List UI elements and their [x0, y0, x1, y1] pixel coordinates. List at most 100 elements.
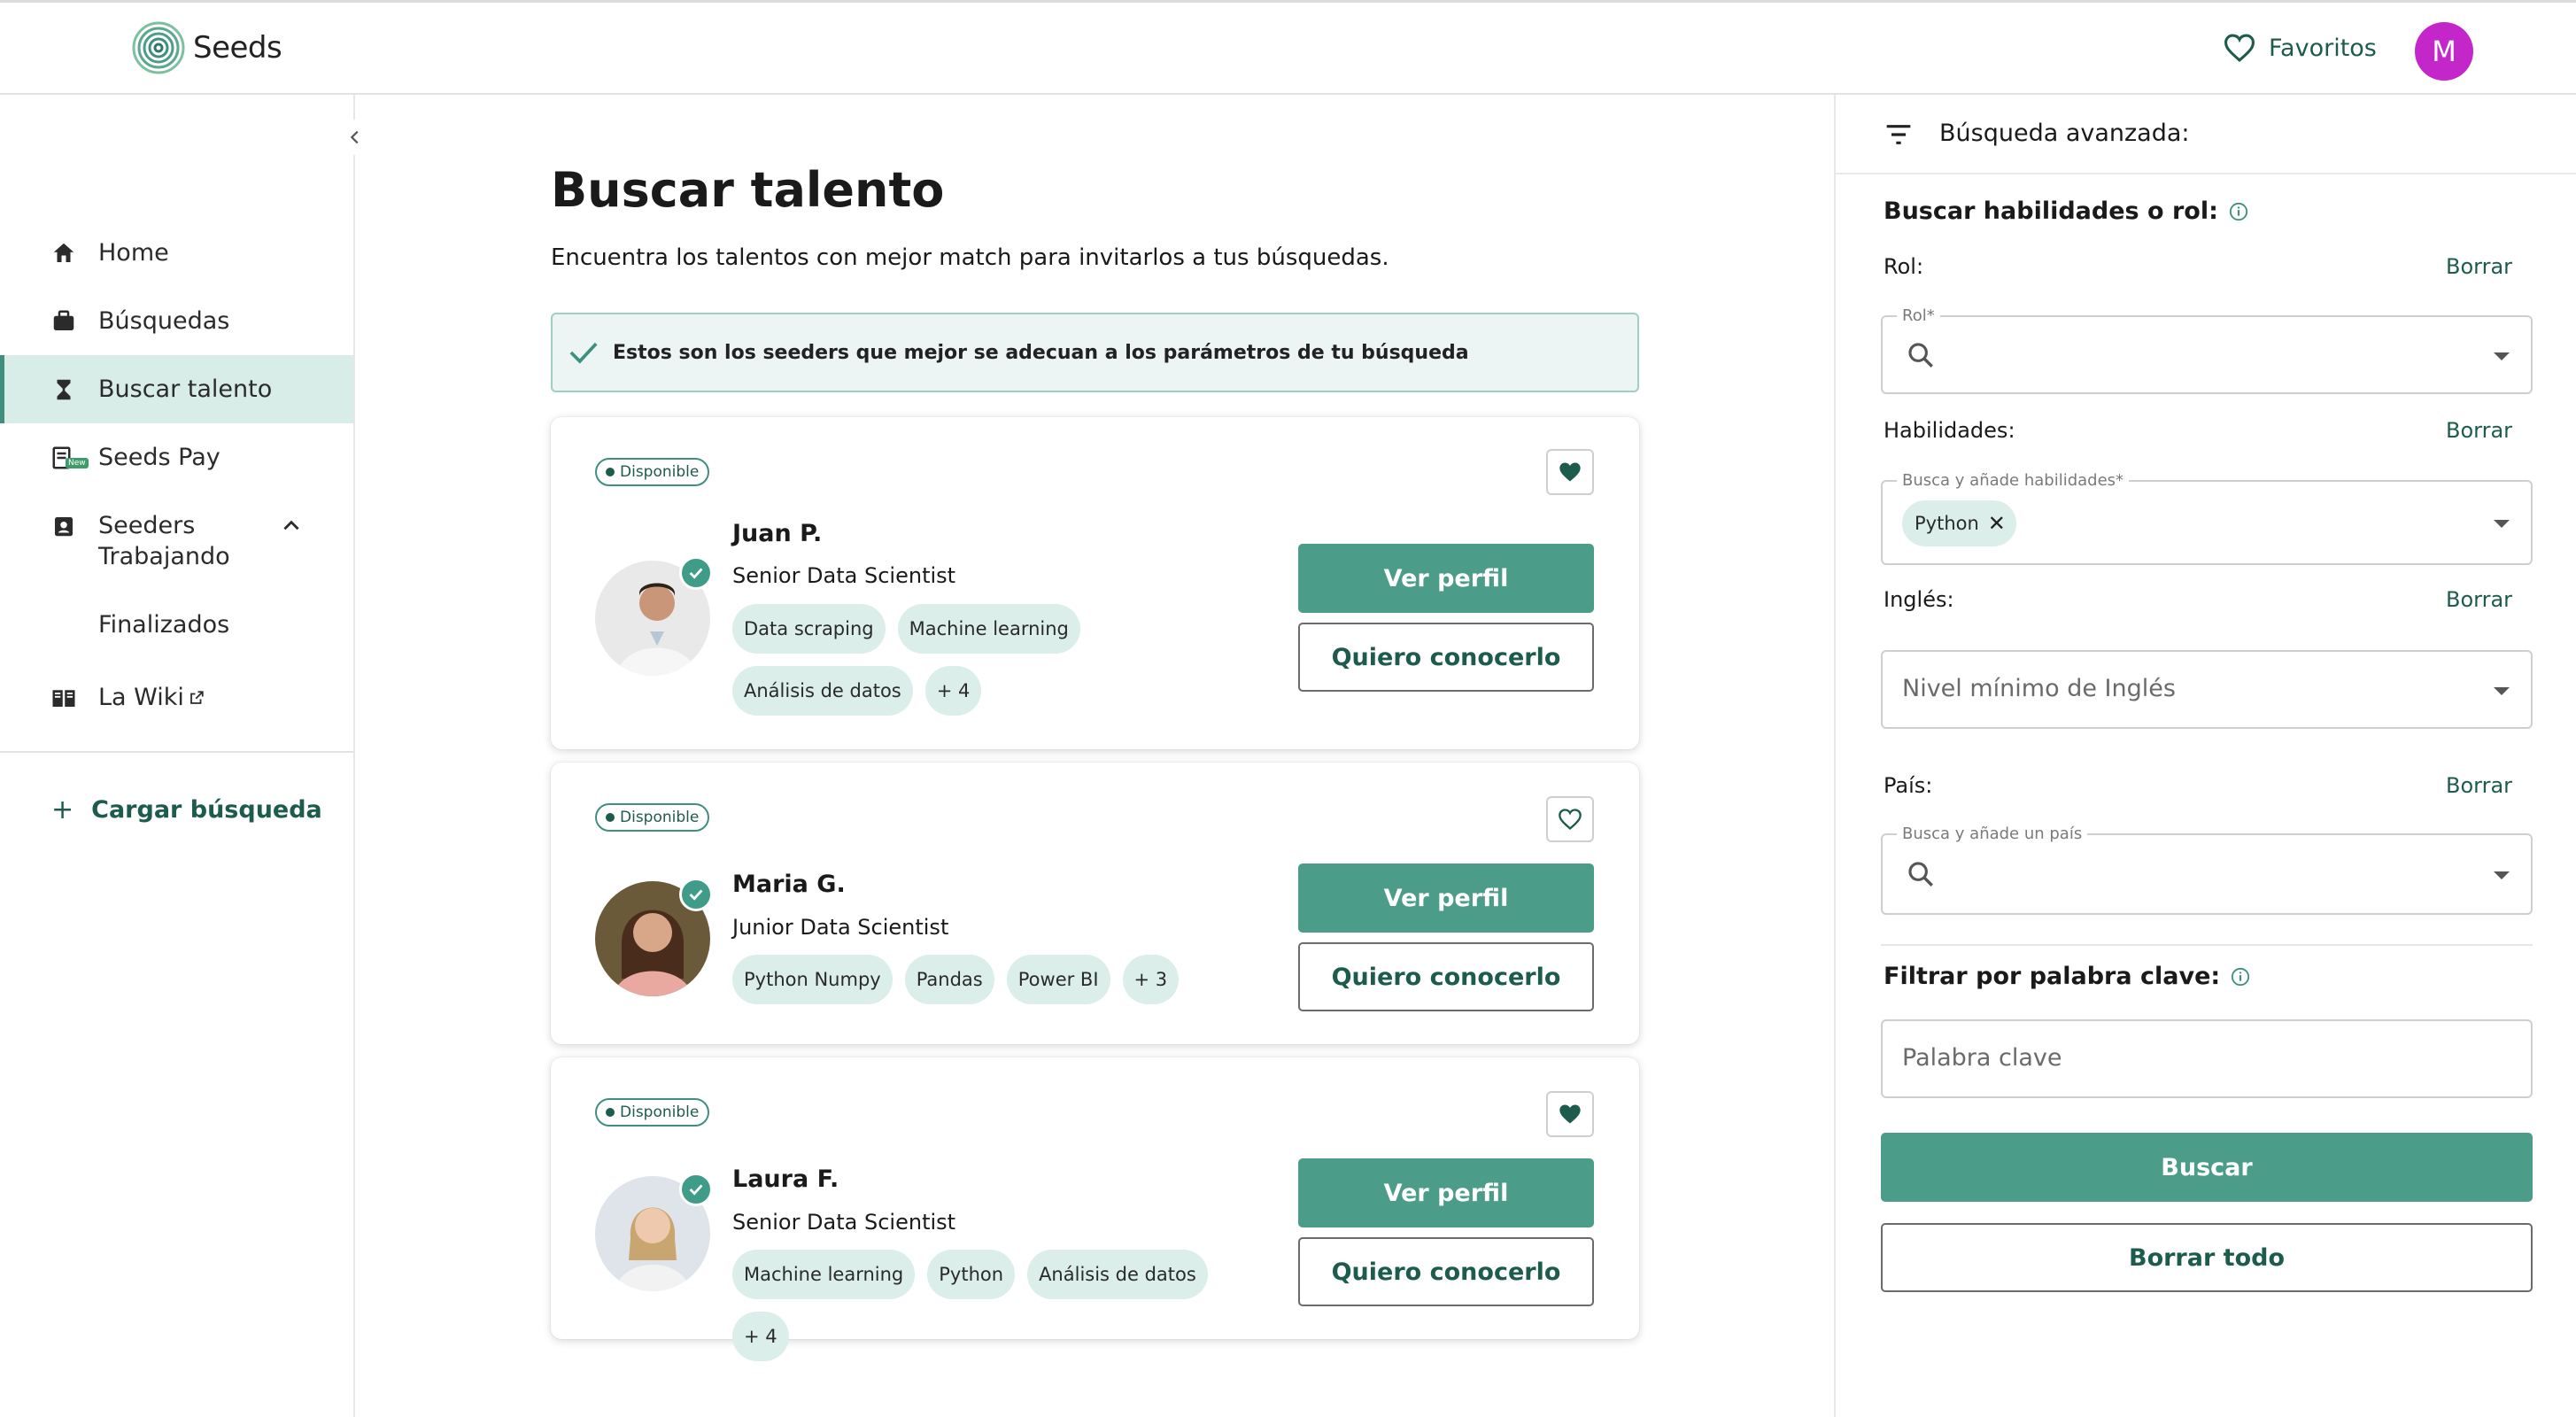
- sidebar-subitem-trabajando[interactable]: Trabajando: [98, 543, 230, 570]
- skill-chip: Machine learning: [897, 604, 1080, 654]
- status-badge: Disponible: [595, 1098, 710, 1127]
- skill-chip: Python Numpy: [732, 955, 893, 1004]
- status-dot: [606, 468, 615, 476]
- top-header: Seeds Favoritos M: [0, 0, 2576, 95]
- sidebar-item-seeds-pay[interactable]: New Seeds Pay: [0, 423, 353, 492]
- talent-card: Disponible Laura F. Senior Data Scientis…: [551, 1057, 1639, 1361]
- skill-tag-label: Python: [1915, 513, 1979, 534]
- favorite-button[interactable]: [1546, 1091, 1594, 1137]
- search-button[interactable]: Buscar: [1881, 1133, 2533, 1202]
- talent-name: Juan P.: [732, 520, 823, 547]
- talent-card: Disponible Juan P. Senior Data Scientist…: [551, 417, 1639, 749]
- skills-list: Machine learning Python Análisis de dato…: [732, 1250, 1264, 1361]
- close-icon[interactable]: ✕: [1988, 511, 2006, 536]
- country-field-legend: Busca y añade un país: [1897, 825, 2088, 843]
- sidebar-subitem-finalizados[interactable]: Finalizados: [98, 611, 229, 639]
- caret-down-icon[interactable]: [2494, 352, 2510, 360]
- section-label: Buscar habilidades o rol:: [1884, 197, 2218, 225]
- collapse-sidebar-button[interactable]: [337, 120, 373, 155]
- skills-list: Python Numpy Pandas Power BI + 3: [732, 955, 1264, 1004]
- heart-outline-icon: [2224, 34, 2255, 62]
- sidebar: Home Búsquedas Buscar talento New Seeds …: [0, 95, 373, 1417]
- favorite-button[interactable]: [1546, 796, 1594, 842]
- load-search-button[interactable]: + Cargar búsqueda: [51, 794, 322, 825]
- skills-field-legend: Busca y añade habilidades*: [1897, 471, 2130, 490]
- talent-icon: [50, 376, 78, 404]
- english-level-select[interactable]: Nivel mínimo de Inglés: [1881, 650, 2533, 729]
- want-to-meet-button[interactable]: Quiero conocerlo: [1298, 1237, 1594, 1306]
- filter-icon: [1886, 125, 1911, 144]
- talent-card: Disponible Maria G. Junior Data Scientis…: [551, 763, 1639, 1044]
- view-profile-button[interactable]: Ver perfil: [1298, 1158, 1594, 1227]
- caret-down-icon[interactable]: [2494, 687, 2510, 695]
- advanced-search-header: Búsqueda avanzada:: [1836, 95, 2576, 174]
- more-skills-chip[interactable]: + 4: [732, 1312, 789, 1361]
- search-icon: [1908, 343, 1933, 368]
- fingerprint-logo-icon: [132, 21, 185, 74]
- view-profile-button[interactable]: Ver perfil: [1298, 544, 1594, 613]
- notice-text: Estos son los seeders que mejor se adecu…: [613, 341, 1469, 364]
- sidebar-item-label: Buscar talento: [98, 376, 273, 403]
- skill-chip: Pandas: [904, 955, 994, 1004]
- status-label: Disponible: [620, 1103, 700, 1121]
- skill-chip: Análisis de datos: [1027, 1250, 1208, 1299]
- skills-list: Data scraping Machine learning Análisis …: [732, 604, 1264, 716]
- role-field-legend: Rol*: [1897, 306, 1940, 325]
- skill-chip: Python: [927, 1250, 1016, 1299]
- clear-country-link[interactable]: Borrar: [2446, 773, 2512, 798]
- seeds-pay-icon: New: [50, 444, 89, 472]
- favorites-link[interactable]: Favoritos: [2223, 33, 2377, 63]
- want-to-meet-button[interactable]: Quiero conocerlo: [1298, 623, 1594, 692]
- sidebar-item-busquedas[interactable]: Búsquedas: [0, 287, 353, 355]
- sidebar-item-home[interactable]: Home: [0, 219, 353, 287]
- keyword-section-title: Filtrar por palabra clave:: [1884, 963, 2250, 990]
- caret-down-icon[interactable]: [2494, 520, 2510, 528]
- want-to-meet-button[interactable]: Quiero conocerlo: [1298, 942, 1594, 1011]
- advanced-search-title: Búsqueda avanzada:: [1939, 120, 2190, 147]
- view-profile-button[interactable]: Ver perfil: [1298, 863, 1594, 933]
- chevron-up-icon[interactable]: [280, 515, 303, 538]
- sidebar-item-la-wiki[interactable]: La Wiki: [0, 663, 353, 732]
- keyword-input[interactable]: Palabra clave: [1881, 1019, 2533, 1098]
- skill-chip: Machine learning: [732, 1250, 916, 1299]
- briefcase-icon: [50, 307, 78, 336]
- status-dot: [606, 1108, 615, 1117]
- sidebar-item-buscar-talento[interactable]: Buscar talento: [0, 355, 353, 423]
- more-skills-chip[interactable]: + 3: [1122, 955, 1180, 1004]
- talent-role: Senior Data Scientist: [732, 1210, 956, 1235]
- status-badge: Disponible: [595, 803, 710, 832]
- page-title: Buscar talento: [551, 162, 945, 218]
- results-notice: Estos son los seeders que mejor se adecu…: [551, 313, 1639, 392]
- skills-select[interactable]: Busca y añade habilidades* Python ✕: [1881, 471, 2533, 565]
- talent-name: Maria G.: [732, 871, 846, 898]
- user-avatar[interactable]: M: [2415, 22, 2473, 81]
- check-icon: [569, 342, 598, 364]
- book-icon: [50, 684, 78, 712]
- more-skills-chip[interactable]: + 4: [924, 666, 982, 716]
- verified-icon: [679, 556, 713, 590]
- seeds-logo[interactable]: Seeds: [129, 19, 282, 77]
- skills-role-section-title: Buscar habilidades o rol:: [1884, 197, 2248, 225]
- clear-all-button[interactable]: Borrar todo: [1881, 1223, 2533, 1292]
- favorite-button[interactable]: [1546, 449, 1594, 495]
- info-icon[interactable]: [2229, 202, 2248, 221]
- skill-chip: Power BI: [1006, 955, 1110, 1004]
- caret-down-icon[interactable]: [2494, 871, 2510, 879]
- info-icon[interactable]: [2231, 967, 2250, 987]
- section-label: Filtrar por palabra clave:: [1884, 963, 2221, 990]
- status-label: Disponible: [620, 809, 700, 826]
- talent-role: Junior Data Scientist: [732, 915, 949, 940]
- home-icon: [50, 239, 78, 267]
- new-badge: New: [66, 457, 89, 468]
- clear-skills-link[interactable]: Borrar: [2446, 418, 2512, 443]
- clear-english-link[interactable]: Borrar: [2446, 587, 2512, 612]
- country-select[interactable]: Busca y añade un país: [1881, 825, 2533, 915]
- status-dot: [606, 813, 615, 822]
- role-select[interactable]: Rol*: [1881, 306, 2533, 394]
- sidebar-item-label: Seeds Pay: [98, 444, 220, 471]
- heart-outline-icon: [1559, 809, 1582, 831]
- clear-role-link[interactable]: Borrar: [2446, 254, 2512, 279]
- english-placeholder: Nivel mínimo de Inglés: [1902, 675, 2176, 702]
- filters-divider: [1881, 944, 2533, 946]
- sidebar-item-label: Búsquedas: [98, 307, 230, 335]
